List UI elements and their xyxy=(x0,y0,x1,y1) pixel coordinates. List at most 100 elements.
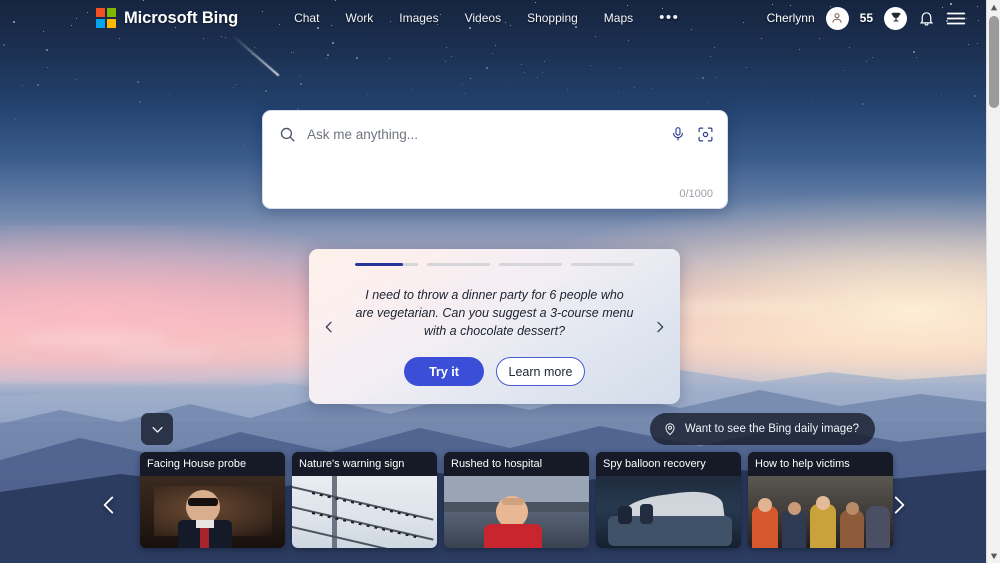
try-it-button[interactable]: Try it xyxy=(404,357,484,386)
suggestion-text: I need to throw a dinner party for 6 peo… xyxy=(355,288,634,338)
suggestion-prev-chevron-left-icon[interactable] xyxy=(321,319,337,335)
star xyxy=(299,75,301,77)
star xyxy=(233,86,235,88)
nav-item-maps[interactable]: Maps xyxy=(604,11,633,25)
news-card-title: Facing House probe xyxy=(140,452,285,476)
star xyxy=(325,57,327,59)
news-next-chevron-right-icon[interactable] xyxy=(886,492,912,518)
news-card[interactable]: Spy balloon recovery xyxy=(596,452,741,548)
scrollbar-thumb[interactable] xyxy=(989,16,999,108)
star xyxy=(463,92,465,94)
star xyxy=(224,36,226,38)
star xyxy=(786,108,788,110)
news-card-title: How to help victims xyxy=(748,452,893,476)
search-input[interactable] xyxy=(307,126,670,142)
star xyxy=(637,105,639,107)
user-name[interactable]: Cherlynn xyxy=(767,11,815,25)
star xyxy=(915,56,917,58)
star xyxy=(26,144,28,146)
star xyxy=(861,102,864,105)
progress-segment-2[interactable] xyxy=(427,263,490,266)
daily-image-label: Want to see the Bing daily image? xyxy=(684,423,859,435)
page-scrollbar[interactable] xyxy=(986,0,1000,563)
search-icon xyxy=(279,126,296,143)
star xyxy=(696,78,698,80)
star xyxy=(326,53,329,56)
hamburger-menu-icon[interactable] xyxy=(946,11,966,26)
nav-item-chat[interactable]: Chat xyxy=(294,11,319,25)
star xyxy=(461,83,463,85)
star xyxy=(710,55,712,57)
suggestion-next-chevron-right-icon[interactable] xyxy=(652,319,668,335)
nav-item-work[interactable]: Work xyxy=(345,11,373,25)
star xyxy=(708,102,710,104)
search-input-row xyxy=(263,111,727,157)
star xyxy=(566,88,568,90)
site-header: Microsoft Bing Chat Work Images Videos S… xyxy=(0,0,986,36)
news-card-image xyxy=(444,476,589,548)
bing-brand[interactable]: Microsoft Bing xyxy=(96,8,238,28)
star xyxy=(973,94,976,97)
star xyxy=(367,93,369,95)
search-box[interactable]: 0/1000 xyxy=(262,110,728,209)
star xyxy=(2,43,4,45)
star xyxy=(633,86,635,88)
carousel-progress xyxy=(355,263,634,266)
news-card-image xyxy=(596,476,741,548)
logo-square-red xyxy=(96,8,105,17)
news-card[interactable]: Rushed to hospital xyxy=(444,452,589,548)
star xyxy=(714,46,716,48)
star xyxy=(865,61,867,63)
progress-segment-3[interactable] xyxy=(499,263,562,266)
news-card-title: Spy balloon recovery xyxy=(596,452,741,476)
news-card-title: Nature's warning sign xyxy=(292,452,437,476)
header-actions: Cherlynn 55 xyxy=(767,6,966,30)
news-card[interactable]: How to help victims xyxy=(748,452,893,548)
prompt-suggestion-card: I need to throw a dinner party for 6 peo… xyxy=(309,249,680,404)
location-pin-icon xyxy=(663,422,677,436)
news-card-title: Rushed to hospital xyxy=(444,452,589,476)
daily-image-prompt[interactable]: Want to see the Bing daily image? xyxy=(649,413,875,445)
progress-segment-4[interactable] xyxy=(571,263,634,266)
star xyxy=(444,60,446,62)
star xyxy=(967,43,969,45)
main-nav: Chat Work Images Videos Shopping Maps ••… xyxy=(294,10,679,25)
star xyxy=(941,93,943,95)
star xyxy=(3,44,5,46)
scroll-down-arrow-icon[interactable] xyxy=(987,548,1000,563)
star xyxy=(388,57,390,59)
nav-item-shopping[interactable]: Shopping xyxy=(527,11,578,25)
star xyxy=(139,100,142,103)
microphone-icon[interactable] xyxy=(670,126,686,142)
nav-item-videos[interactable]: Videos xyxy=(465,11,501,25)
star xyxy=(716,76,718,78)
bell-icon[interactable] xyxy=(918,10,935,27)
star xyxy=(13,117,16,120)
news-prev-chevron-left-icon[interactable] xyxy=(96,492,122,518)
nav-more-icon[interactable]: ••• xyxy=(659,10,679,25)
news-card[interactable]: Nature's warning sign xyxy=(292,452,437,548)
news-card-image xyxy=(140,476,285,548)
visual-search-icon[interactable] xyxy=(697,126,714,143)
star xyxy=(486,66,489,69)
logo-square-green xyxy=(107,8,116,17)
news-card-image xyxy=(748,476,893,548)
nav-item-images[interactable]: Images xyxy=(399,11,438,25)
star xyxy=(36,83,39,86)
brand-name: Microsoft Bing xyxy=(124,8,239,27)
cloud xyxy=(20,330,170,346)
logo-square-yellow xyxy=(107,19,116,28)
character-counter: 0/1000 xyxy=(679,188,713,200)
user-avatar-icon[interactable] xyxy=(825,6,849,30)
star xyxy=(536,76,538,78)
rewards-trophy-icon[interactable] xyxy=(884,6,907,30)
progress-segment-1[interactable] xyxy=(355,263,418,266)
scroll-up-arrow-icon[interactable] xyxy=(987,0,1000,15)
expand-feed-button[interactable] xyxy=(141,413,173,445)
star xyxy=(149,141,151,143)
search-tools xyxy=(670,126,714,143)
news-card[interactable]: Facing House probe xyxy=(140,452,285,548)
news-card-image xyxy=(292,476,437,548)
learn-more-button[interactable]: Learn more xyxy=(496,357,585,386)
chevron-down-icon xyxy=(150,422,165,437)
